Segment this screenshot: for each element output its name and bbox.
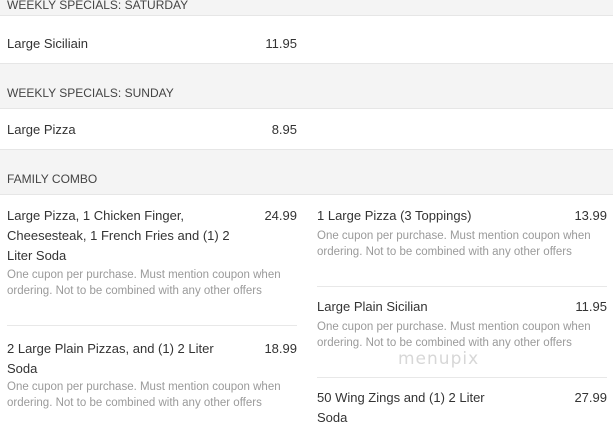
item-price: 11.95 [265,36,297,51]
item-price: 27.99 [574,390,607,405]
divider [317,286,607,287]
watermark-logo: menupix [398,349,480,369]
item-price: 8.95 [271,122,297,137]
menu-item[interactable]: Large Pizza, 1 Chicken Finger, Cheeseste… [7,206,297,316]
section-title: WEEKLY SPECIALS: SUNDAY [7,86,174,100]
section-header-family-combo: FAMILY COMBO [0,149,613,195]
item-description: One cupon per purchase. Must mention cou… [317,230,591,258]
menu-item[interactable]: 1 Large Pizza (3 Toppings) 13.99 One cup… [317,206,607,281]
section-title: WEEKLY SPECIALS: SATURDAY [7,0,189,12]
item-price: 13.99 [574,208,607,223]
menu-item[interactable]: 50 Wing Zings and (1) 2 Liter Soda 27.99 [317,388,607,430]
section-header-sunday: WEEKLY SPECIALS: SUNDAY [0,63,613,109]
item-price: 24.99 [264,208,297,223]
menu-item[interactable]: 2 Large Plain Pizzas, and (1) 2 Liter So… [7,339,297,430]
section-title: FAMILY COMBO [7,172,98,186]
section-header-saturday: WEEKLY SPECIALS: SATURDAY [0,0,613,16]
item-price: 18.99 [264,341,297,356]
item-price: 11.95 [575,299,607,314]
item-name: 2 Large Plain Pizzas, and (1) 2 Liter So… [7,341,214,376]
item-name: 1 Large Pizza (3 Toppings) [317,208,472,223]
item-name: Large Siciliain [7,36,88,51]
item-description: One cupon per purchase. Must mention cou… [7,269,281,297]
item-name: Large Pizza [7,122,76,137]
item-name: Large Pizza, 1 Chicken Finger, Cheeseste… [7,208,230,263]
item-description: One cupon per purchase. Must mention cou… [317,321,591,349]
divider [317,377,607,378]
item-name: 50 Wing Zings and (1) 2 Liter Soda [317,390,485,425]
item-description: One cupon per purchase. Must mention cou… [7,381,281,409]
divider [7,325,297,326]
item-name: Large Plain Sicilian [317,299,428,314]
